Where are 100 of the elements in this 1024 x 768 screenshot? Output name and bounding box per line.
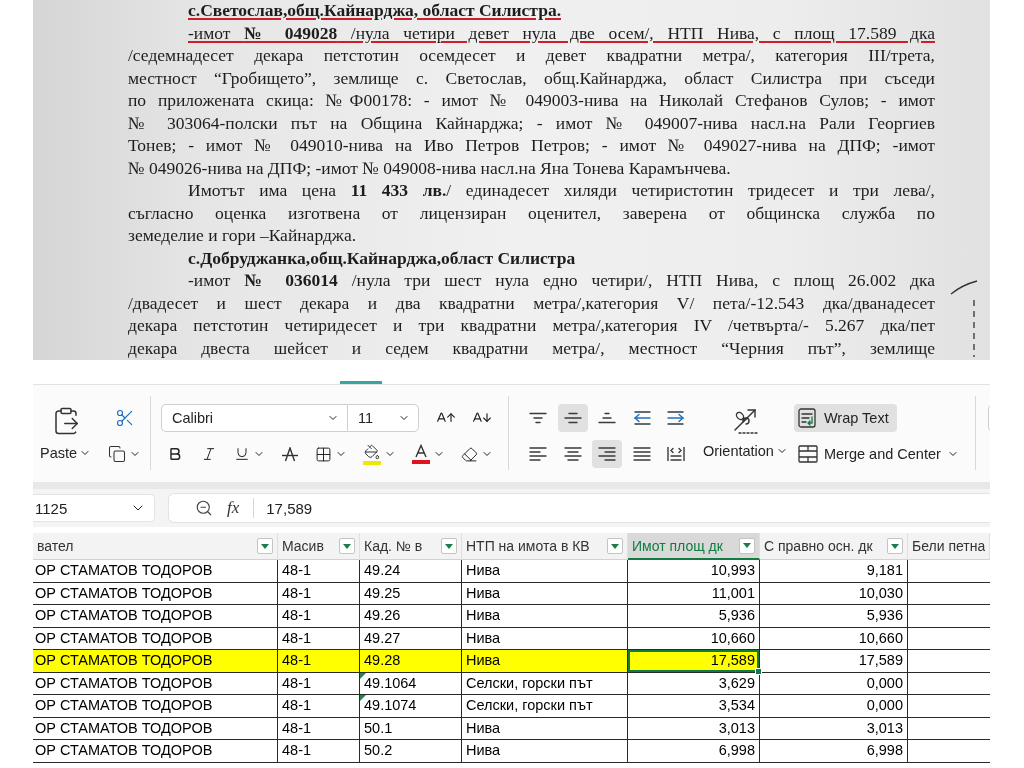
table-cell: 48-1	[278, 672, 360, 695]
column-header[interactable]: Масив	[278, 533, 360, 560]
table-cell: Нива	[462, 605, 628, 628]
table-cell: ОР СТАМАТОВ ТОДОРОВ	[33, 650, 278, 673]
column-header[interactable]: Кад. № в	[360, 533, 462, 560]
grid-icon	[315, 445, 332, 463]
header-label: вател	[37, 538, 75, 554]
header-label: С правно осн. дк	[764, 538, 874, 554]
decrease-indent-icon	[632, 411, 651, 425]
document-text-line: местност “Гробището”, землище с. Светослав, общ.Кайнарджа, област Силистра при съседи	[128, 67, 935, 90]
table-cell: Нива	[462, 627, 628, 650]
table-cell: 0,000	[760, 672, 908, 695]
column-header[interactable]: Бели петна	[908, 533, 990, 560]
column-header[interactable]: вател	[33, 533, 278, 560]
table-cell: Нива	[462, 560, 628, 583]
table-cell: 49.25	[360, 582, 462, 605]
table-cell: 49.27	[360, 627, 462, 650]
document-text-line: № 303064-полски път на Община Кайнарджа; - имот № 049007-нива насл.на Рали Георгиев	[128, 112, 935, 135]
orientation-button[interactable]: Orientation	[703, 404, 788, 459]
align-left-icon	[529, 447, 547, 461]
insert-function-button[interactable]: fx	[225, 498, 242, 518]
document-text-line: Имотът има цена 11 433 лв./ единадесет хиляди четиристотин тридесет и три лева/,	[188, 180, 935, 202]
underline-icon	[234, 446, 250, 462]
filter-button[interactable]	[607, 538, 623, 554]
document-text-line: земеделие и гори –Кайнарджа.	[128, 225, 357, 247]
scissors-icon	[114, 408, 135, 428]
table-cell: 49.28	[360, 650, 462, 673]
column-header[interactable]: НТП на имота в КВ	[462, 533, 628, 560]
font-size-dropdown[interactable]: 11	[347, 404, 419, 432]
table-cell: 49.26	[360, 605, 462, 628]
cell-text: 49.1074	[364, 697, 417, 713]
table-cell: ОР СТАМАТОВ ТОДОРОВ	[33, 560, 278, 583]
filter-button[interactable]	[739, 537, 755, 554]
caret-icon	[445, 543, 453, 549]
paste-button[interactable]: Paste	[40, 404, 92, 468]
distributed-align-icon	[667, 447, 685, 461]
table-cell: 17,589	[760, 650, 908, 673]
table-cell: Нива	[462, 740, 628, 763]
table-cell: 48-1	[278, 717, 360, 740]
table-cell: 10,660	[760, 627, 908, 650]
table-cell: 6,998	[760, 740, 908, 763]
table-cell: 11,001	[628, 582, 760, 605]
align-middle-button[interactable]	[557, 404, 588, 432]
table-cell: 48-1	[278, 560, 360, 583]
document-text-line: Тонев; - имот № 049010-нива на Иво Петров Петров; - имот № 049027-нива на ДПФ; -имот	[128, 135, 935, 157]
table-cell: 10,660	[628, 627, 760, 650]
zoom-out-icon	[195, 499, 213, 517]
column-header[interactable]: Имот площ дк	[628, 533, 760, 560]
font-name-dropdown[interactable]: Calibri	[161, 404, 347, 432]
table-cell: Нива	[462, 650, 628, 673]
column-header[interactable]: С правно осн. дк	[760, 533, 908, 560]
table-cell: Селски, горски път	[462, 672, 628, 695]
cell-text: 17,589	[710, 652, 755, 668]
filter-button[interactable]	[887, 538, 903, 554]
justify-icon	[632, 447, 651, 461]
align-right-icon	[598, 447, 616, 461]
bold-icon	[167, 446, 183, 462]
document-text-line: -имот № 036014 /нула три шест нула едно четири/, НТП Нива, с площ 26.002 дка	[188, 270, 935, 292]
table-cell: Нива	[462, 582, 628, 605]
table-cell: 5,936	[760, 605, 908, 628]
align-bottom-icon	[598, 412, 616, 424]
filter-button[interactable]	[339, 538, 355, 554]
cell-text: 49.1064	[364, 674, 417, 691]
document-text-line: -имот № 049028 /нула четири девет нула две осем/, НТП Нива, с площ 17.589 дка	[188, 22, 935, 45]
table-cell: Нива	[462, 717, 628, 740]
fill-handle[interactable]	[755, 667, 762, 675]
filter-button[interactable]	[257, 538, 273, 554]
align-right-button[interactable]	[592, 440, 622, 468]
caret-icon	[891, 543, 899, 549]
merge-icon	[797, 445, 818, 463]
fill-color-icon	[363, 443, 381, 465]
document-heading: с.Светослав,общ.Кайнарджа, област Силистра.	[188, 0, 562, 22]
wrap-text-button[interactable]: Wrap Text	[793, 404, 897, 432]
increase-indent-icon	[667, 411, 685, 425]
table-cell: 50.2	[360, 740, 462, 763]
table-cell: 48-1	[278, 740, 360, 763]
name-box[interactable]: 1125	[33, 494, 155, 522]
table-cell: ОР СТАМАТОВ ТОДОРОВ	[33, 672, 278, 695]
caret-icon	[261, 543, 269, 549]
table-cell: 3,629	[628, 672, 760, 695]
font-color-icon	[412, 444, 430, 464]
merge-and-center-button[interactable]: Merge and Center	[793, 440, 967, 468]
table-cell: ОР СТАМАТОВ ТОДОРОВ	[33, 627, 278, 650]
table-cell: ОР СТАМАТОВ ТОДОРОВ	[33, 605, 278, 628]
table-cell: 48-1	[278, 605, 360, 628]
table-cell: 48-1	[278, 695, 360, 718]
caret-icon	[343, 543, 351, 549]
document-heading: с.Добруджанка,общ.Кайнарджа,област Силистра	[188, 247, 576, 270]
document-text-line: по приложената скица: №Ф00178: - имот № 049003-нива на Николай Стефанов Сулов; - имот	[128, 90, 935, 112]
table-cell: 9,181	[760, 560, 908, 583]
caret-icon	[611, 543, 619, 549]
wrap-text-icon	[797, 408, 818, 428]
document-text-line: декара двеста шейсет и седем квадратни метра/, местност “Черния път”, землище	[128, 337, 935, 360]
filter-button[interactable]	[441, 538, 457, 554]
table-cell: 3,013	[760, 717, 908, 740]
header-label: Имот площ дк	[632, 537, 724, 554]
table-cell: 48-1	[278, 627, 360, 650]
document-text-line: № 049026-нива на ДПФ; -имот № 049008-нива насл.на Яна Тонева Карамънчева.	[128, 157, 731, 180]
formula-field[interactable]: fx 17,589	[168, 493, 990, 523]
strikethrough-icon	[282, 446, 298, 462]
